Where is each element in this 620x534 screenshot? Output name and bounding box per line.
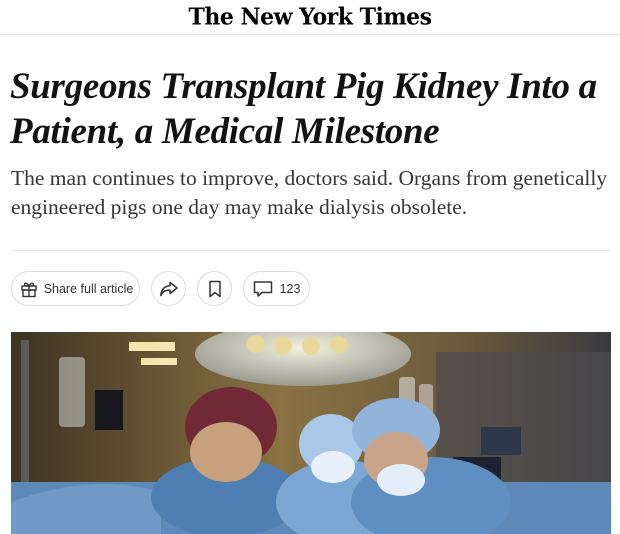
bookmark-icon	[208, 280, 221, 297]
share-arrow-icon	[159, 281, 178, 296]
share-button[interactable]	[151, 271, 186, 306]
share-full-article-button[interactable]: Share full article	[11, 271, 140, 306]
masthead: The New York Times	[0, 0, 620, 35]
surgery-photo-illustration	[11, 332, 611, 534]
save-bookmark-button[interactable]	[197, 271, 232, 306]
nyt-logo[interactable]: The New York Times	[188, 3, 432, 30]
article-headline: Surgeons Transplant Pig Kidney Into a Pa…	[10, 66, 597, 152]
comments-button[interactable]: 123	[243, 271, 310, 306]
article-toolbar: Share full article 123	[11, 271, 310, 306]
article-summary: The man continues to improve, doctors sa…	[11, 166, 608, 219]
comment-icon	[253, 280, 272, 297]
comment-count: 123	[279, 281, 301, 296]
divider	[11, 250, 610, 251]
gift-icon	[20, 282, 37, 297]
share-label: Share full article	[43, 281, 134, 296]
article-photo[interactable]	[11, 332, 611, 534]
